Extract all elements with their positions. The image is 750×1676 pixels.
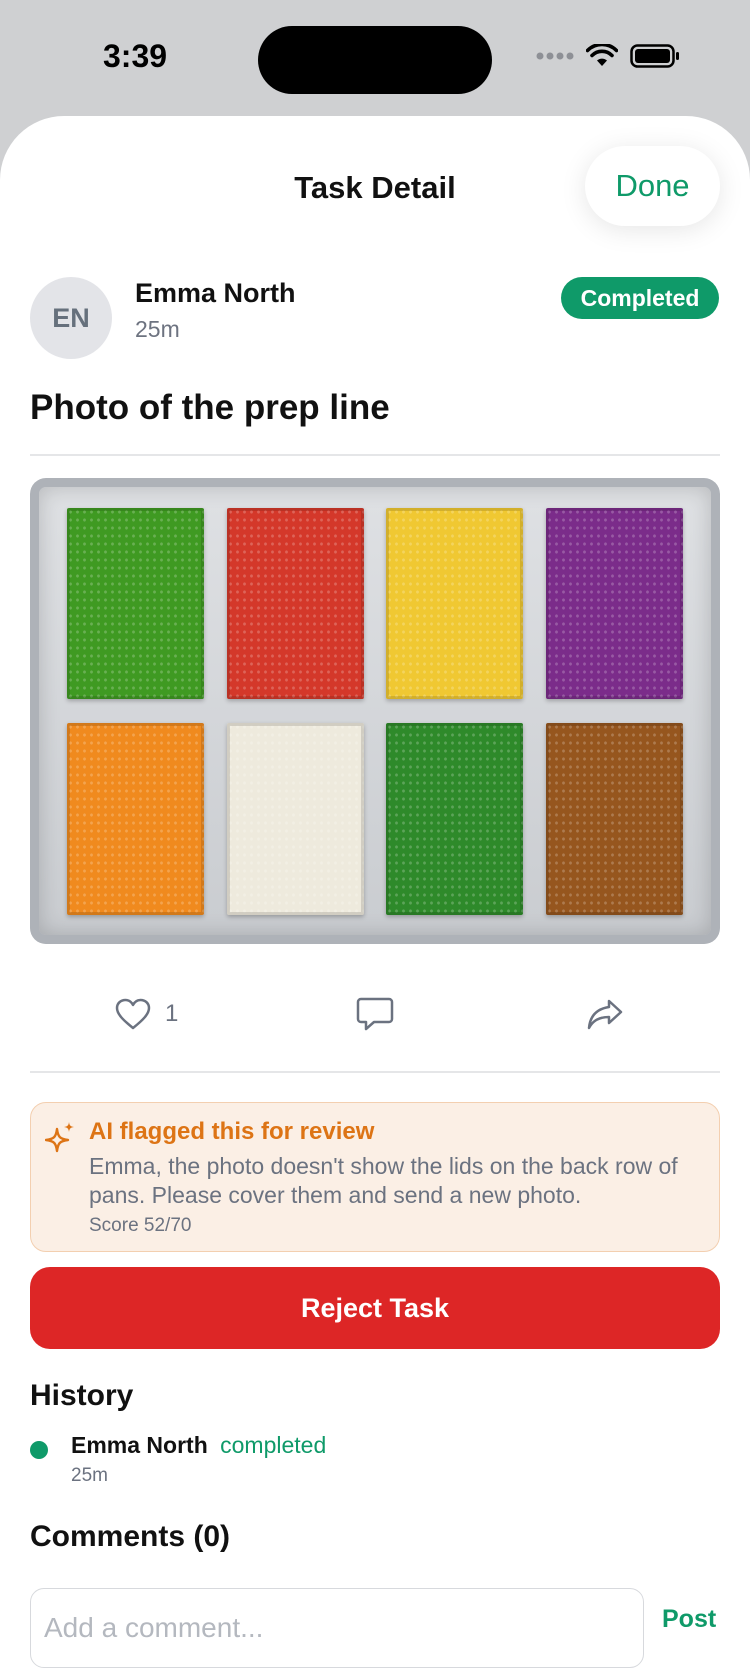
status-time: 3:39 (103, 38, 168, 74)
share-icon (587, 999, 623, 1030)
user-name: Emma North (135, 278, 296, 308)
status-icons (536, 44, 680, 68)
ai-flag-title: AI flagged this for review (89, 1118, 375, 1145)
pan-3 (386, 508, 523, 699)
sparkle-icon (45, 1122, 74, 1153)
history-user-name: Emma North (71, 1432, 208, 1458)
user-time-ago: 25m (135, 316, 180, 342)
post-actions: 1 (0, 988, 750, 1048)
reject-task-button[interactable]: Reject Task (30, 1267, 720, 1349)
history-title: History (30, 1379, 134, 1412)
ai-flag-alert: AI flagged this for review Emma, the pho… (30, 1102, 720, 1252)
pan-5 (67, 723, 204, 915)
comment-button[interactable] (356, 996, 394, 1032)
pan-2 (227, 508, 364, 699)
avatar: EN (30, 277, 112, 359)
history-status-dot (30, 1441, 48, 1459)
wifi-icon (586, 44, 618, 66)
history-entry: Emma North completed (71, 1432, 326, 1459)
heart-icon (115, 998, 151, 1030)
divider (30, 454, 720, 456)
comments-title: Comments (0) (30, 1520, 231, 1553)
pan-1 (67, 508, 204, 699)
pan-4 (546, 508, 683, 699)
like-count: 1 (165, 1000, 179, 1027)
pan-6 (227, 723, 364, 915)
pan-8 (546, 723, 683, 915)
signal-icon (536, 52, 574, 60)
comment-input[interactable] (30, 1588, 644, 1668)
divider (30, 1071, 720, 1073)
history-action: completed (220, 1432, 327, 1458)
ai-flag-score: Score 52/70 (89, 1215, 192, 1236)
status-badge: Completed (561, 277, 719, 319)
battery-icon (630, 44, 679, 68)
comment-icon (356, 997, 394, 1031)
pan-7 (386, 723, 523, 915)
like-button[interactable]: 1 (115, 998, 178, 1030)
status-bar: 3:39 (0, 0, 750, 120)
dynamic-island (258, 26, 492, 94)
share-button[interactable] (586, 998, 624, 1032)
done-button[interactable]: Done (585, 146, 720, 226)
post-button[interactable]: Post (662, 1605, 716, 1634)
task-detail-sheet: Task Detail Done EN Emma North 25m Compl… (0, 116, 750, 1676)
ai-flag-message: Emma, the photo doesn't show the lids on… (89, 1153, 678, 1208)
task-photo[interactable] (30, 478, 720, 944)
history-time: 25m (71, 1465, 108, 1486)
task-title: Photo of the prep line (30, 388, 390, 427)
